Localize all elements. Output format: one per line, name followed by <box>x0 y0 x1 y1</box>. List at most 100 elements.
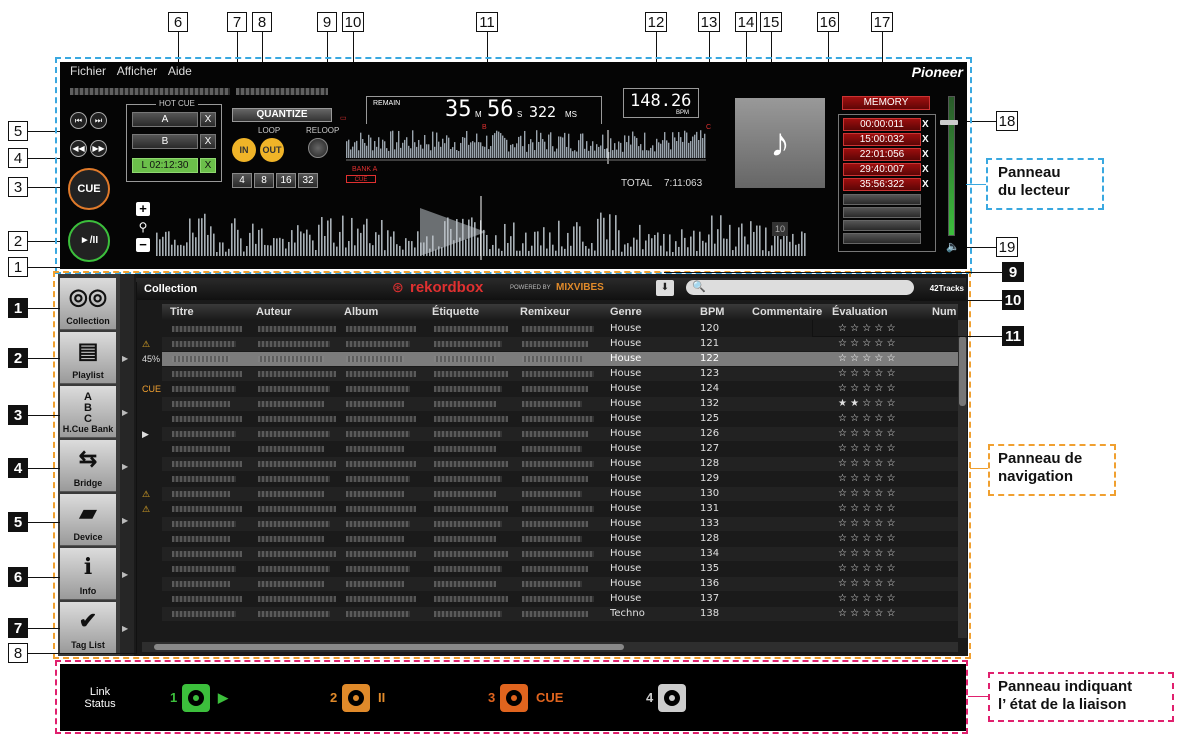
rating-cell[interactable]: ☆ ☆ ☆ ☆ ☆ <box>838 472 896 486</box>
memory-point-4-delete[interactable]: X <box>922 163 932 176</box>
table-row[interactable]: House 127 ☆ ☆ ☆ ☆ ☆ <box>162 442 958 456</box>
table-row[interactable]: House 128 ☆ ☆ ☆ ☆ ☆ <box>162 532 958 546</box>
search-forward-button[interactable]: ▶▶ <box>90 140 107 157</box>
rating-cell[interactable]: ☆ ☆ ☆ ☆ ☆ <box>838 382 896 396</box>
rating-cell[interactable]: ☆ ☆ ☆ ☆ ☆ <box>838 412 896 426</box>
table-row[interactable]: House 132 ★ ★ ☆ ☆ ☆ <box>162 397 958 411</box>
memory-point-1[interactable]: 00:00:011 <box>843 118 921 131</box>
menu-aide[interactable]: Aide <box>168 64 192 78</box>
column-titre[interactable]: Titre <box>170 304 194 320</box>
table-row[interactable]: House 121 ☆ ☆ ☆ ☆ ☆ <box>162 337 958 351</box>
play-pause-button[interactable]: ►/II <box>68 220 110 262</box>
track-next-button[interactable]: ⏭ <box>90 112 107 129</box>
sidebar-item-info[interactable]: i Info <box>60 548 116 600</box>
expand-arrow-icon[interactable]: ▶ <box>122 354 128 363</box>
loop-8-button[interactable]: 8 <box>254 173 274 188</box>
table-row[interactable]: House 120 ☆ ☆ ☆ ☆ ☆ <box>162 322 958 336</box>
table-row[interactable]: House 123 ☆ ☆ ☆ ☆ ☆ <box>162 367 958 381</box>
rating-cell[interactable]: ★ ★ ☆ ☆ ☆ <box>838 397 896 411</box>
rating-cell[interactable]: ☆ ☆ ☆ ☆ ☆ <box>838 367 896 381</box>
hot-cue-b-delete[interactable]: X <box>200 134 216 149</box>
reloop-button[interactable] <box>308 138 328 158</box>
table-row[interactable]: House 130 ☆ ☆ ☆ ☆ ☆ <box>162 487 958 501</box>
column-remixeur[interactable]: Remixeur <box>520 304 570 320</box>
table-row[interactable]: House 133 ☆ ☆ ☆ ☆ ☆ <box>162 517 958 531</box>
expand-arrow-icon[interactable]: ▶ <box>122 570 128 579</box>
search-rewind-button[interactable]: ◀◀ <box>70 140 87 157</box>
table-row[interactable]: House 124 ☆ ☆ ☆ ☆ ☆ <box>162 382 958 396</box>
menu-afficher[interactable]: Afficher <box>117 64 157 78</box>
table-row[interactable]: Techno 138 ☆ ☆ ☆ ☆ ☆ <box>162 607 958 621</box>
column-etiquette[interactable]: Étiquette <box>432 304 479 320</box>
memory-point-5[interactable]: 35:56:322 <box>843 178 921 191</box>
enlarged-waveform[interactable] <box>156 194 806 262</box>
rating-cell[interactable]: ☆ ☆ ☆ ☆ ☆ <box>838 517 896 531</box>
table-row[interactable]: House 129 ☆ ☆ ☆ ☆ ☆ <box>162 472 958 486</box>
sidebar-item-device[interactable]: ▰ Device <box>60 494 116 546</box>
rating-cell[interactable]: ☆ ☆ ☆ ☆ ☆ <box>838 457 896 471</box>
column-evaluation[interactable]: Évaluation <box>832 304 888 320</box>
loop-out-button[interactable]: OUT <box>260 138 284 162</box>
overview-waveform[interactable] <box>346 124 706 168</box>
horizontal-scroll-thumb[interactable] <box>154 644 624 650</box>
table-row[interactable]: House 134 ☆ ☆ ☆ ☆ ☆ <box>162 547 958 561</box>
rating-cell[interactable]: ☆ ☆ ☆ ☆ ☆ <box>838 442 896 456</box>
column-genre[interactable]: Genre <box>610 304 642 320</box>
column-album[interactable]: Album <box>344 304 378 320</box>
search-input[interactable] <box>686 280 914 295</box>
sidebar-item-playlist[interactable]: ▤ Playlist <box>60 332 116 384</box>
hot-cue-a-button[interactable]: A <box>132 112 198 127</box>
memory-point-3[interactable]: 22:01:056 <box>843 148 921 161</box>
hot-cue-b-button[interactable]: B <box>132 134 198 149</box>
menu-fichier[interactable]: Fichier <box>70 64 106 78</box>
sidebar-item-collection[interactable]: ◎◎ Collection <box>60 278 116 330</box>
loop-in-button[interactable]: IN <box>232 138 256 162</box>
loop-32-button[interactable]: 32 <box>298 173 318 188</box>
memory-point-5-delete[interactable]: X <box>922 178 932 191</box>
memory-point-3-delete[interactable]: X <box>922 148 932 161</box>
column-bpm[interactable]: BPM <box>700 304 724 320</box>
zoom-out-icon[interactable]: − <box>136 238 150 252</box>
table-row[interactable]: House 137 ☆ ☆ ☆ ☆ ☆ <box>162 592 958 606</box>
track-prev-button[interactable]: ⏮ <box>70 112 87 129</box>
column-num[interactable]: Num <box>932 304 956 320</box>
memory-point-2[interactable]: 15:00:032 <box>843 133 921 146</box>
rating-cell[interactable]: ☆ ☆ ☆ ☆ ☆ <box>838 502 896 516</box>
rating-cell[interactable]: ☆ ☆ ☆ ☆ ☆ <box>838 337 896 351</box>
rating-cell[interactable]: ☆ ☆ ☆ ☆ ☆ <box>838 532 896 546</box>
hot-cue-a-delete[interactable]: X <box>200 112 216 127</box>
speaker-icon[interactable]: 🔈 <box>946 240 960 253</box>
volume-slider-handle[interactable] <box>940 120 958 125</box>
table-row[interactable]: House 126 ☆ ☆ ☆ ☆ ☆ <box>162 427 958 441</box>
memory-point-4[interactable]: 29:40:007 <box>843 163 921 176</box>
import-icon[interactable]: ⬇ <box>656 280 674 296</box>
rating-cell[interactable]: ☆ ☆ ☆ ☆ ☆ <box>838 607 896 621</box>
rating-cell[interactable]: ☆ ☆ ☆ ☆ ☆ <box>838 547 896 561</box>
cue-button[interactable]: CUE <box>68 168 110 210</box>
expand-arrow-icon[interactable]: ▶ <box>122 462 128 471</box>
rating-cell[interactable]: ☆ ☆ ☆ ☆ ☆ <box>838 427 896 441</box>
loop-16-button[interactable]: 16 <box>276 173 296 188</box>
table-row[interactable]: House 131 ☆ ☆ ☆ ☆ ☆ <box>162 502 958 516</box>
rating-cell[interactable]: ☆ ☆ ☆ ☆ ☆ <box>838 487 896 501</box>
zoom-in-icon[interactable]: + <box>136 202 150 216</box>
table-row[interactable]: House 136 ☆ ☆ ☆ ☆ ☆ <box>162 577 958 591</box>
expand-arrow-icon[interactable]: ▶ <box>122 624 128 633</box>
sidebar-item-hcue-bank[interactable]: A B C H.Cue Bank <box>60 386 116 438</box>
memory-button[interactable]: MEMORY <box>842 96 930 110</box>
rating-cell[interactable]: ☆ ☆ ☆ ☆ ☆ <box>838 562 896 576</box>
rating-cell[interactable]: ☆ ☆ ☆ ☆ ☆ <box>838 352 896 366</box>
table-row[interactable]: House 128 ☆ ☆ ☆ ☆ ☆ <box>162 457 958 471</box>
sidebar-item-tag-list[interactable]: ✔ Tag List <box>60 602 116 654</box>
table-row[interactable]: House 135 ☆ ☆ ☆ ☆ ☆ <box>162 562 958 576</box>
expand-arrow-icon[interactable]: ▶ <box>122 516 128 525</box>
expand-arrow-icon[interactable]: ▶ <box>122 408 128 417</box>
memory-point-1-delete[interactable]: X <box>922 118 932 131</box>
table-row[interactable]: House 125 ☆ ☆ ☆ ☆ ☆ <box>162 412 958 426</box>
rating-cell[interactable]: ☆ ☆ ☆ ☆ ☆ <box>838 577 896 591</box>
sidebar-item-bridge[interactable]: ⇆ Bridge <box>60 440 116 492</box>
quantize-button[interactable]: QUANTIZE <box>232 108 332 122</box>
column-commentaire[interactable]: Commentaire <box>752 304 822 320</box>
hot-cue-loop-delete[interactable]: X <box>200 158 216 173</box>
column-auteur[interactable]: Auteur <box>256 304 291 320</box>
